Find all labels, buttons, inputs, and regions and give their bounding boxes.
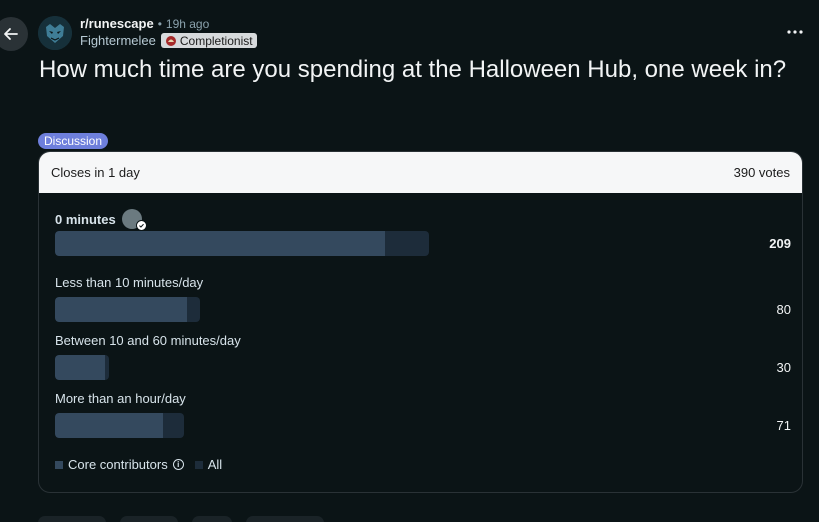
user-flair: Completionist [160,33,257,48]
subreddit-link[interactable]: r/runescape [80,16,154,31]
share-button[interactable] [246,516,324,522]
poll-option-count: 30 [776,360,791,375]
verified-check-icon [135,220,147,231]
poll-bar-core [55,355,105,380]
more-options-button[interactable] [785,22,805,42]
legend-core-label: Core contributors [68,457,168,472]
flair-label: Completionist [179,33,253,48]
post-flair-tag[interactable]: Discussion [38,133,109,149]
author-line: Fightermelee Completionist [80,33,257,48]
poll-bar-all [55,231,429,256]
comments-button[interactable] [120,516,178,522]
poll-header: Closes in 1 day 390 votes [39,152,802,193]
poll-closes: Closes in 1 day [51,165,140,180]
author-link[interactable]: Fightermelee [80,33,156,48]
poll-bar-all [55,413,184,438]
legend-all-label: All [207,457,223,472]
vote-button[interactable] [38,516,106,522]
poll-option-count: 80 [776,302,791,317]
post-meta-line: r/runescape • 19h ago [80,16,209,31]
post-action-bar [38,516,324,522]
back-button[interactable] [0,17,28,51]
more-options-icon [787,30,803,34]
poll-option-label: Less than 10 minutes/day [55,275,204,290]
legend-swatch-all [194,460,203,469]
poll-legend: Core contributors i All [55,457,222,472]
poll-option: Between 10 and 60 minutes/day 30 [55,333,791,383]
post-title: How much time are you spending at the Ha… [39,56,787,83]
poll-option-row: Between 10 and 60 minutes/day [55,333,791,348]
award-button[interactable] [192,516,232,522]
legend-swatch-core [55,460,63,469]
poll-option-label: More than an hour/day [55,391,186,406]
poll-bar-core [55,231,385,256]
flair-icon [165,35,176,46]
poll-option-row: 0 minutes [55,209,791,231]
meta-separator: • [157,16,162,31]
poll-option-label: 0 minutes [55,211,116,227]
poll-vote-count: 390 votes [733,165,790,180]
poll-bar-all [55,355,109,380]
poll-option: More than an hour/day 71 [55,391,791,441]
info-icon[interactable]: i [172,459,184,470]
poll-option-count: 209 [769,236,791,251]
poll-option-count: 71 [776,418,791,433]
subreddit-avatar[interactable] [38,16,72,50]
poll-card: Closes in 1 day 390 votes 0 minutes 209 … [38,151,803,493]
poll-bar-core [55,413,163,438]
poll-option-row: Less than 10 minutes/day [55,275,791,290]
user-vote-avatar [121,209,147,231]
poll-option: 0 minutes 209 [55,209,791,261]
poll-bar-all [55,297,200,322]
poll-option-label: Between 10 and 60 minutes/day [55,333,241,348]
back-arrow-icon [4,28,18,40]
poll-bar-core [55,297,188,322]
poll-option: Less than 10 minutes/day 80 [55,275,791,325]
poll-option-row: More than an hour/day [55,391,791,406]
post-time: 19h ago [165,16,210,31]
subreddit-avatar-icon [38,16,72,50]
